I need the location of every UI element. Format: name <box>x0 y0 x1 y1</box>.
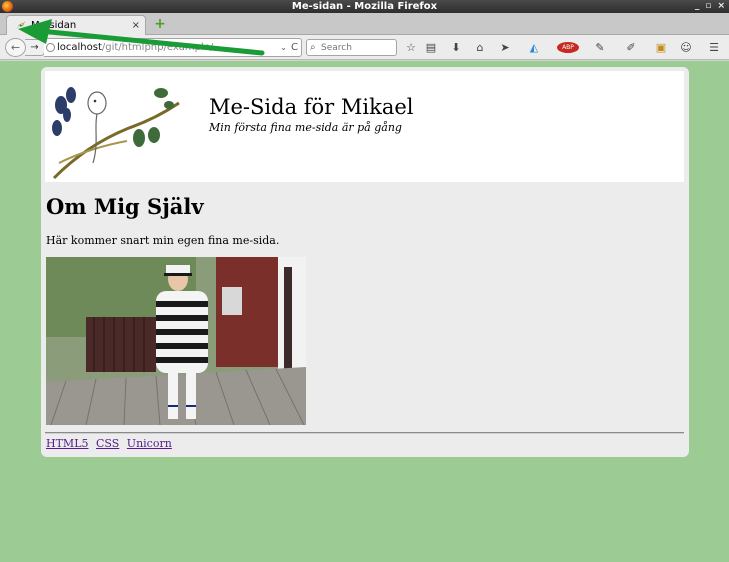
site-title: Me-Sida för Mikael <box>209 95 414 119</box>
chat-icon[interactable]: ☺ <box>680 40 692 55</box>
home-icon[interactable]: ⌂ <box>474 40 486 55</box>
reload-icon[interactable]: C <box>291 39 298 56</box>
footer-link-unicorn[interactable]: Unicorn <box>127 437 172 450</box>
url-text: localhost/git/htmlphp/example/... <box>57 39 281 56</box>
maximize-button[interactable]: ▫ <box>705 0 711 13</box>
menu-icon[interactable]: ☰ <box>708 40 720 55</box>
window-titlebar: Me-sidan - Mozilla Firefox _ ▫ × <box>0 0 729 13</box>
back-forward-group: → ← <box>5 38 45 57</box>
unicorn-favicon-icon <box>16 21 25 30</box>
window-title: Me-sidan - Mozilla Firefox <box>291 1 438 12</box>
page-heading: Om Mig Själv <box>46 194 204 219</box>
footer-links: HTML5 CSS Unicorn <box>46 437 176 450</box>
window-controls: _ ▫ × <box>695 0 725 13</box>
footer-divider <box>45 432 684 434</box>
back-button[interactable]: ← <box>5 38 26 57</box>
colorful-extension-icon[interactable]: ◭ <box>524 40 544 55</box>
search-icon: ⌕ <box>310 42 316 53</box>
url-path: /git/htmlphp/example/... <box>101 42 223 53</box>
tab-strip: Me-sidan × + <box>0 13 729 36</box>
footer-link-html5[interactable]: HTML5 <box>46 437 89 450</box>
site-identity-icon[interactable] <box>46 43 55 52</box>
adblock-icon[interactable]: ABP <box>557 42 579 53</box>
tools-icon[interactable]: ✐ <box>623 40 639 55</box>
send-icon[interactable]: ➤ <box>499 40 511 55</box>
close-window-button[interactable]: × <box>717 0 725 13</box>
unicorn-logo-image <box>52 87 180 180</box>
tab-me-sidan[interactable]: Me-sidan × <box>6 15 146 36</box>
site-header: Me-Sida för Mikael Min första fina me-si… <box>45 71 684 182</box>
search-input[interactable] <box>321 41 395 54</box>
footer-link-css[interactable]: CSS <box>96 437 119 450</box>
portrait-photo <box>46 257 306 425</box>
firefox-icon <box>2 1 13 12</box>
url-dropdown-icon[interactable]: ⌄ <box>280 39 287 56</box>
download-icon[interactable]: ⬇ <box>450 40 462 55</box>
reading-list-icon[interactable]: ▤ <box>425 40 437 55</box>
url-bar[interactable]: localhost/git/htmlphp/example/... ⌄ C <box>44 38 302 57</box>
intro-paragraph: Här kommer snart min egen fina me-sida. <box>46 234 280 247</box>
navigation-toolbar: → ← localhost/git/htmlphp/example/... ⌄ … <box>0 35 729 60</box>
new-tab-button[interactable]: + <box>153 17 167 31</box>
page-viewport: Me-Sida för Mikael Min första fina me-si… <box>0 61 729 562</box>
close-tab-icon[interactable]: × <box>132 16 140 35</box>
minimize-button[interactable]: _ <box>695 0 700 13</box>
site-subtitle: Min första fina me-sida är på gång <box>209 121 402 134</box>
tab-title: Me-sidan <box>31 20 77 31</box>
url-host: localhost <box>57 42 102 53</box>
page-container: Me-Sida för Mikael Min första fina me-si… <box>41 67 689 457</box>
bookmark-star-icon[interactable]: ☆ <box>405 40 417 55</box>
forward-button[interactable]: → <box>25 39 45 56</box>
screenshot-icon[interactable]: ▣ <box>655 40 667 55</box>
dropper-icon[interactable]: ✎ <box>592 40 608 55</box>
search-bar[interactable]: ⌕ <box>306 39 397 56</box>
